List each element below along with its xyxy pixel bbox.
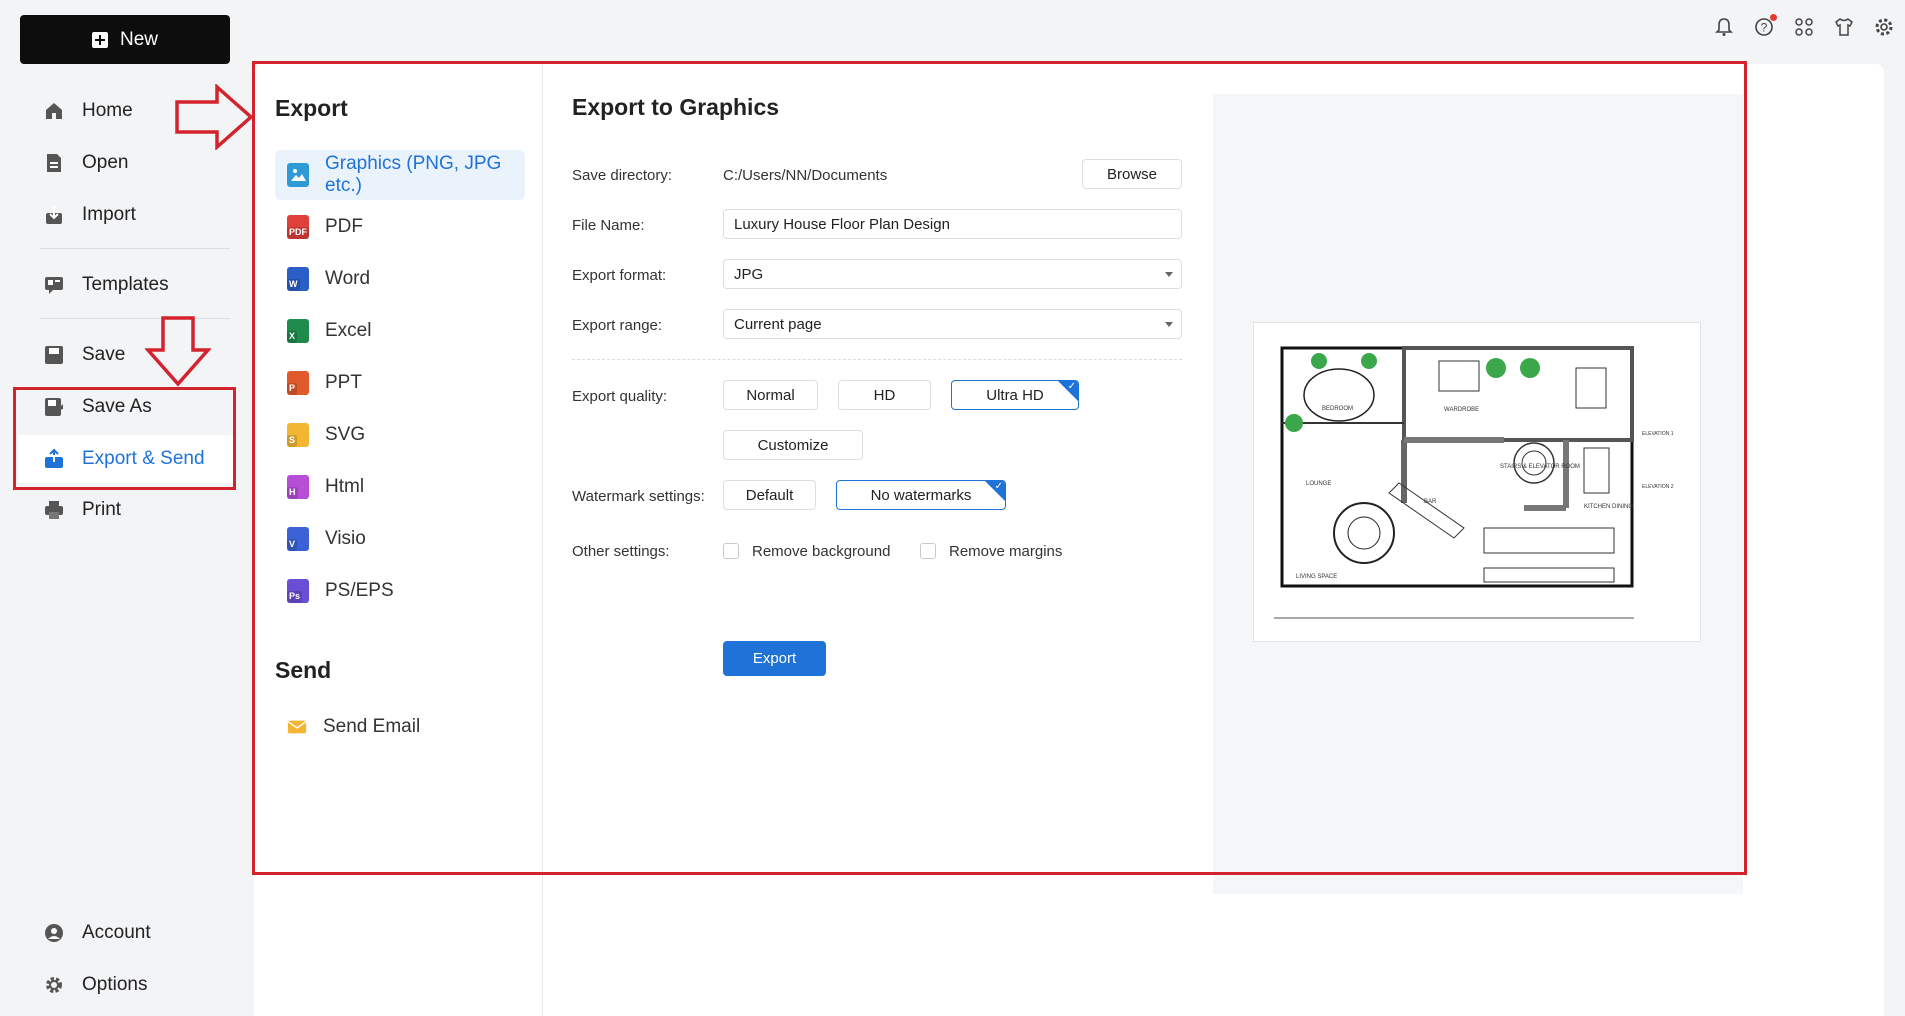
import-icon: [44, 205, 64, 225]
sidebar-divider: [40, 248, 230, 249]
sidebar-item-account[interactable]: Account: [18, 909, 234, 957]
new-button-label: New: [119, 28, 158, 50]
svg-text:?: ?: [1761, 21, 1768, 35]
highlight-export-panel: [252, 61, 1747, 875]
settings-icon[interactable]: [1873, 16, 1895, 38]
sidebar-item-label: Open: [82, 152, 129, 173]
sidebar-item-label: Templates: [82, 274, 169, 295]
open-file-icon: [44, 153, 64, 173]
sidebar-item-label: Print: [82, 499, 122, 520]
print-icon: [44, 500, 64, 520]
sidebar-item-label: Save: [82, 344, 126, 365]
sidebar-item-label: Account: [82, 922, 151, 943]
arrow-down-icon: [145, 316, 211, 387]
arrow-right-icon: [175, 84, 254, 150]
home-icon: [44, 101, 64, 121]
sidebar-item-import[interactable]: Import: [18, 191, 234, 239]
save-icon: [44, 345, 64, 365]
gear-icon: [44, 975, 64, 995]
highlight-save-as-export: [13, 387, 236, 490]
apps-icon[interactable]: [1793, 16, 1815, 38]
shirt-icon[interactable]: [1833, 16, 1855, 38]
sidebar-item-label: Import: [82, 204, 136, 225]
bell-icon[interactable]: [1713, 16, 1735, 38]
new-button[interactable]: New: [20, 15, 230, 64]
templates-icon: [44, 275, 64, 295]
sidebar-item-label: Home: [82, 100, 133, 121]
sidebar-item-templates[interactable]: Templates: [18, 261, 234, 309]
account-icon: [44, 923, 64, 943]
top-toolbar: ?: [1713, 14, 1895, 38]
left-sidebar: New Home Open Import Templates Save Save…: [0, 0, 254, 1016]
sidebar-item-print[interactable]: Print: [18, 486, 234, 534]
help-icon[interactable]: ?: [1753, 14, 1777, 38]
notification-dot: [1770, 14, 1777, 21]
sidebar-item-label: Options: [82, 974, 148, 995]
sidebar-item-options[interactable]: Options: [18, 961, 234, 1009]
plus-icon: [91, 31, 108, 48]
